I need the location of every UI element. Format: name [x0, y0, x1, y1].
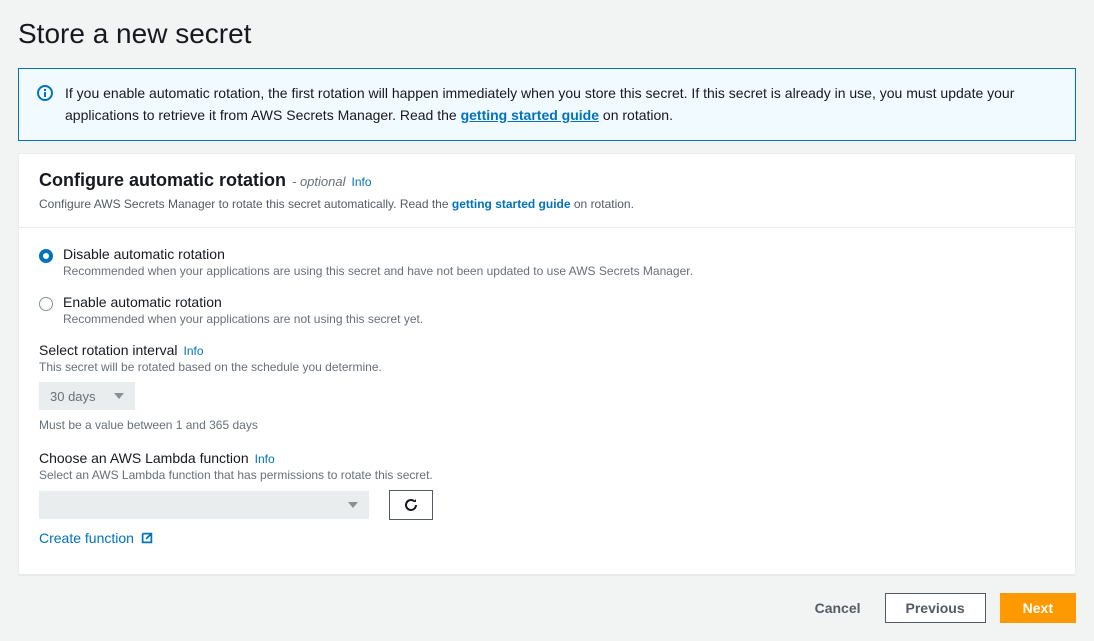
radio-disable-label: Disable automatic rotation [63, 246, 693, 262]
radio-disable-rotation[interactable]: Disable automatic rotation Recommended w… [39, 246, 1055, 278]
create-function-label: Create function [39, 530, 134, 546]
info-icon [37, 83, 53, 101]
info-banner-text: If you enable automatic rotation, the fi… [65, 83, 1057, 126]
optional-tag: - optional [292, 174, 345, 189]
panel-sub-link[interactable]: getting started guide [452, 197, 571, 211]
interval-desc: This secret will be rotated based on the… [39, 360, 1055, 374]
external-link-icon [140, 531, 154, 545]
page-title: Store a new secret [18, 18, 1076, 50]
banner-suffix: on rotation. [599, 107, 673, 123]
refresh-button[interactable] [389, 490, 433, 520]
radio-icon [39, 297, 53, 311]
next-button[interactable]: Next [1000, 593, 1076, 623]
cancel-button[interactable]: Cancel [805, 594, 871, 622]
refresh-icon [403, 497, 419, 513]
radio-enable-desc: Recommended when your applications are n… [63, 312, 423, 326]
radio-disable-desc: Recommended when your applications are u… [63, 264, 693, 278]
lambda-block: Choose an AWS Lambda function Info Selec… [39, 450, 1055, 546]
panel-header: Configure automatic rotation - optional … [19, 154, 1075, 228]
radio-icon [39, 249, 53, 263]
footer-actions: Cancel Previous Next [18, 593, 1076, 623]
panel-sub-prefix: Configure AWS Secrets Manager to rotate … [39, 197, 452, 211]
interval-hint: Must be a value between 1 and 365 days [39, 418, 1055, 432]
lambda-desc: Select an AWS Lambda function that has p… [39, 468, 1055, 482]
panel-body: Disable automatic rotation Recommended w… [19, 228, 1075, 574]
panel-title: Configure automatic rotation [39, 170, 286, 191]
interval-select: 30 days [39, 382, 135, 410]
interval-info-link[interactable]: Info [184, 344, 204, 358]
chevron-down-icon [114, 393, 124, 399]
panel-info-link[interactable]: Info [351, 175, 371, 189]
rotation-interval-block: Select rotation interval Info This secre… [39, 342, 1055, 432]
lambda-select [39, 491, 369, 519]
previous-button[interactable]: Previous [885, 593, 986, 623]
info-banner: If you enable automatic rotation, the fi… [18, 68, 1076, 141]
lambda-label: Choose an AWS Lambda function [39, 450, 249, 466]
interval-value: 30 days [50, 389, 96, 404]
panel-subtext: Configure AWS Secrets Manager to rotate … [39, 195, 1055, 213]
lambda-info-link[interactable]: Info [255, 452, 275, 466]
radio-enable-rotation[interactable]: Enable automatic rotation Recommended wh… [39, 294, 1055, 326]
panel-sub-suffix: on rotation. [571, 197, 634, 211]
rotation-panel: Configure automatic rotation - optional … [18, 153, 1076, 575]
radio-enable-label: Enable automatic rotation [63, 294, 423, 310]
create-function-link[interactable]: Create function [39, 530, 154, 546]
banner-link[interactable]: getting started guide [461, 107, 599, 123]
chevron-down-icon [348, 502, 358, 508]
interval-label: Select rotation interval [39, 342, 178, 358]
